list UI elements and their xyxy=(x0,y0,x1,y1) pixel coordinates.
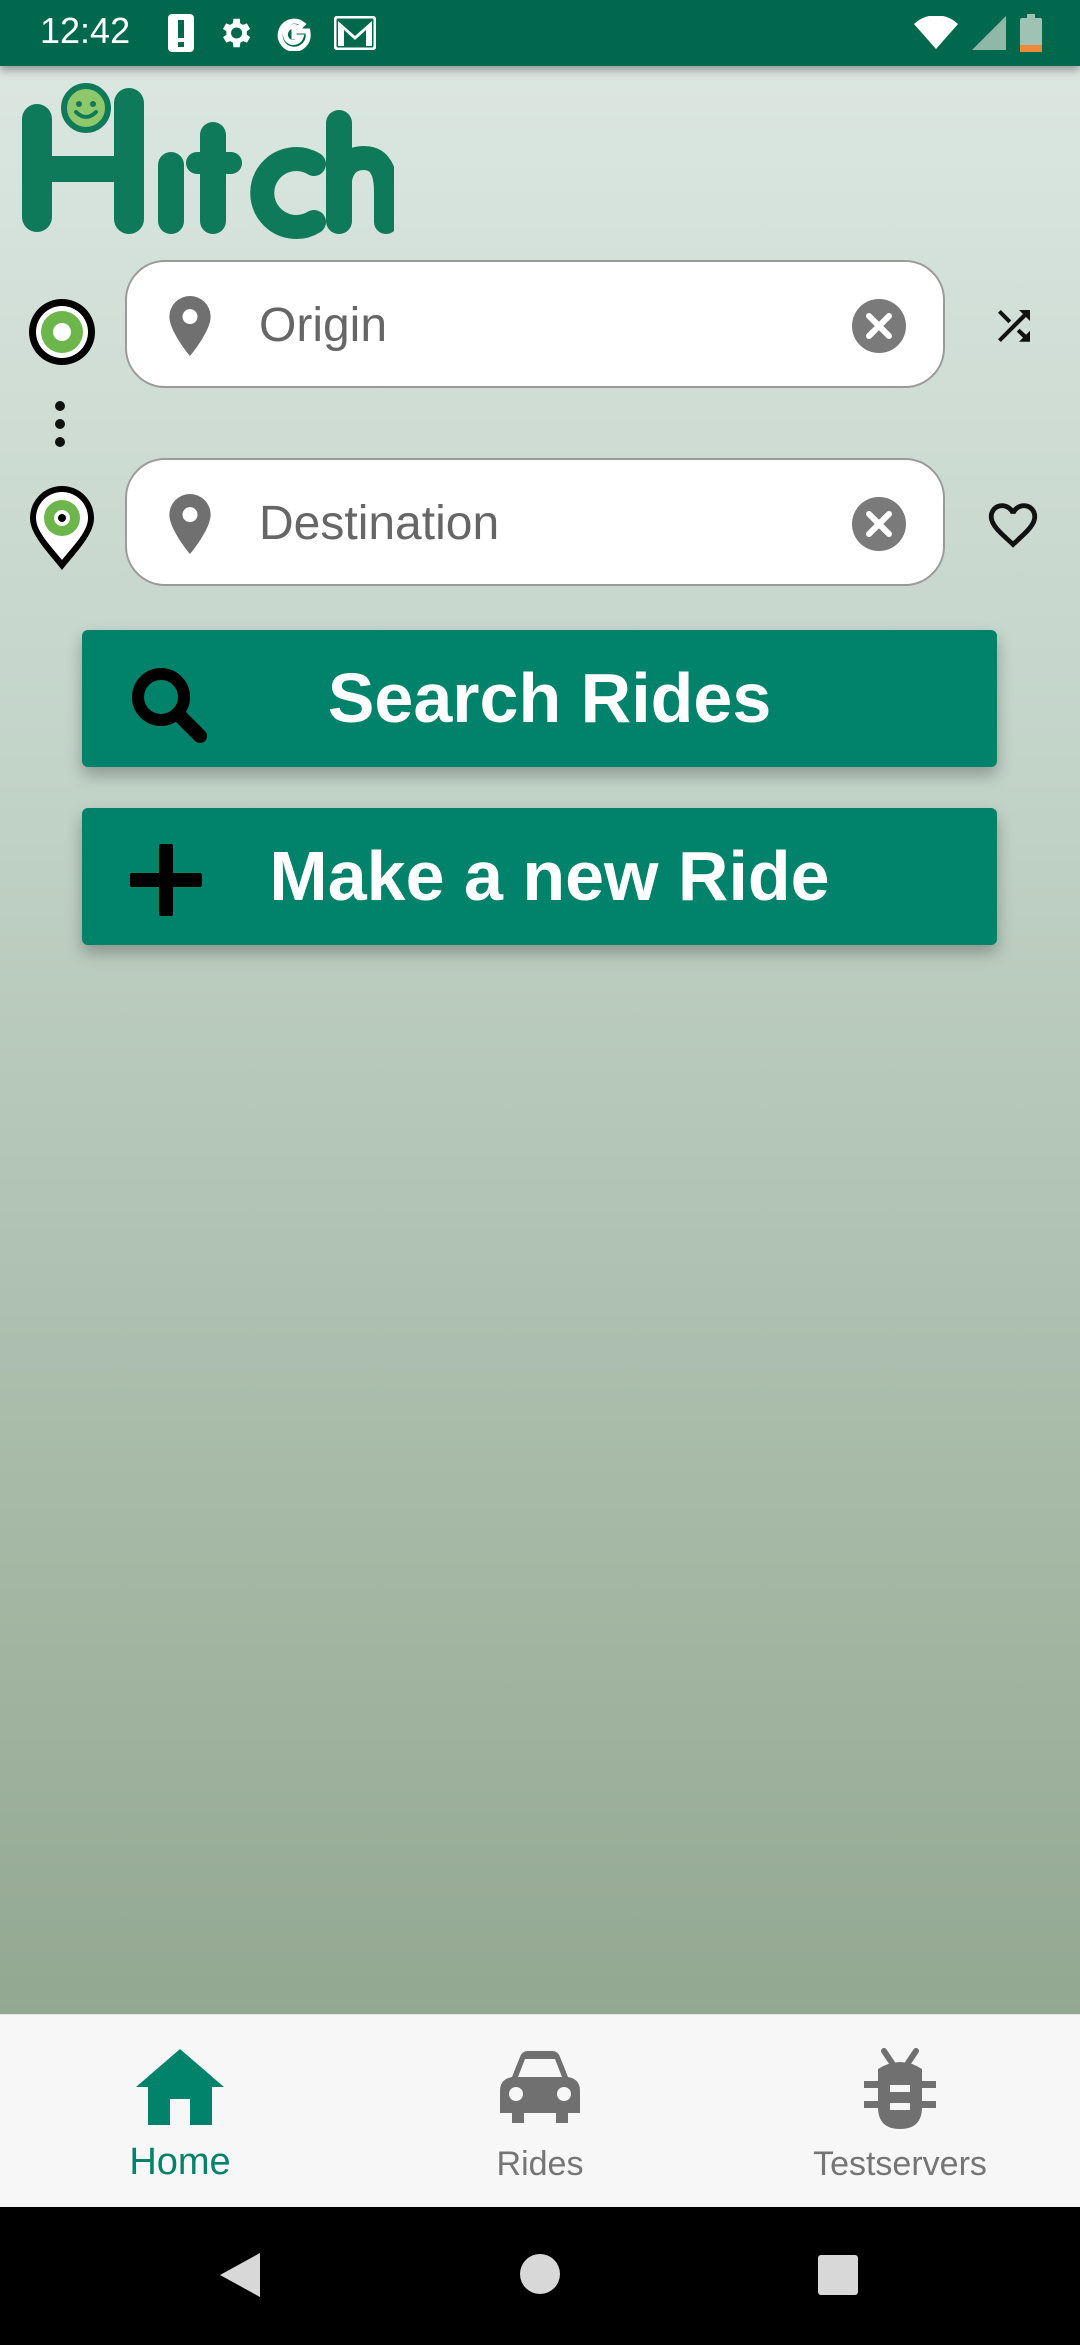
nav-item-rides[interactable]: Rides xyxy=(360,2015,720,2208)
nav-label-testservers: Testservers xyxy=(813,2145,987,2183)
home-circle-icon xyxy=(520,2254,560,2294)
hitch-logo xyxy=(22,83,394,239)
system-home-button[interactable] xyxy=(460,2207,620,2340)
nav-label-rides: Rides xyxy=(496,2145,584,2183)
origin-marker-icon xyxy=(29,299,95,365)
destination-marker-icon xyxy=(30,486,94,570)
gmail-icon xyxy=(334,16,376,50)
nav-item-home[interactable]: Home xyxy=(0,2015,360,2208)
status-bar: 12:42 xyxy=(0,0,1080,66)
origin-field[interactable] xyxy=(125,260,945,388)
bug-icon xyxy=(864,2048,936,2129)
make-new-ride-button[interactable]: Make a new Ride xyxy=(82,808,997,945)
search-rides-label: Search Rides xyxy=(327,659,772,737)
alert-icon xyxy=(168,14,194,52)
cellular-icon xyxy=(972,16,1006,50)
system-recents-button[interactable] xyxy=(758,2207,918,2340)
search-rides-button[interactable]: Search Rides xyxy=(82,630,997,767)
wifi-icon xyxy=(914,16,958,49)
heart-outline-icon[interactable] xyxy=(984,496,1042,554)
home-icon xyxy=(136,2049,224,2125)
battery-icon xyxy=(1020,14,1042,52)
google-icon xyxy=(277,18,311,51)
status-time: 12:42 xyxy=(40,10,131,51)
origin-input[interactable] xyxy=(257,292,821,358)
location-pin-icon xyxy=(169,296,211,356)
system-back-button[interactable] xyxy=(160,2207,320,2340)
car-icon xyxy=(500,2051,580,2123)
clear-origin-icon[interactable] xyxy=(851,298,907,354)
nav-item-testservers[interactable]: Testservers xyxy=(720,2015,1080,2208)
route-dots-icon xyxy=(55,401,65,447)
system-navigation-bar xyxy=(0,2207,1080,2340)
status-icons-right xyxy=(914,14,1042,52)
location-pin-icon xyxy=(169,494,211,554)
destination-input[interactable] xyxy=(257,490,821,556)
back-icon xyxy=(220,2253,260,2297)
nav-label-home: Home xyxy=(129,2141,231,2183)
status-icons-left xyxy=(168,14,376,52)
make-new-ride-label: Make a new Ride xyxy=(269,837,830,915)
destination-field[interactable] xyxy=(125,458,945,586)
main-content: Search Rides Make a new Ride xyxy=(0,66,1080,2014)
bottom-navigation: Home Rides Testservers xyxy=(0,2014,1080,2208)
clear-destination-icon[interactable] xyxy=(851,496,907,552)
recents-icon xyxy=(818,2255,858,2295)
settings-icon xyxy=(222,18,251,48)
shuffle-icon[interactable] xyxy=(990,302,1038,350)
